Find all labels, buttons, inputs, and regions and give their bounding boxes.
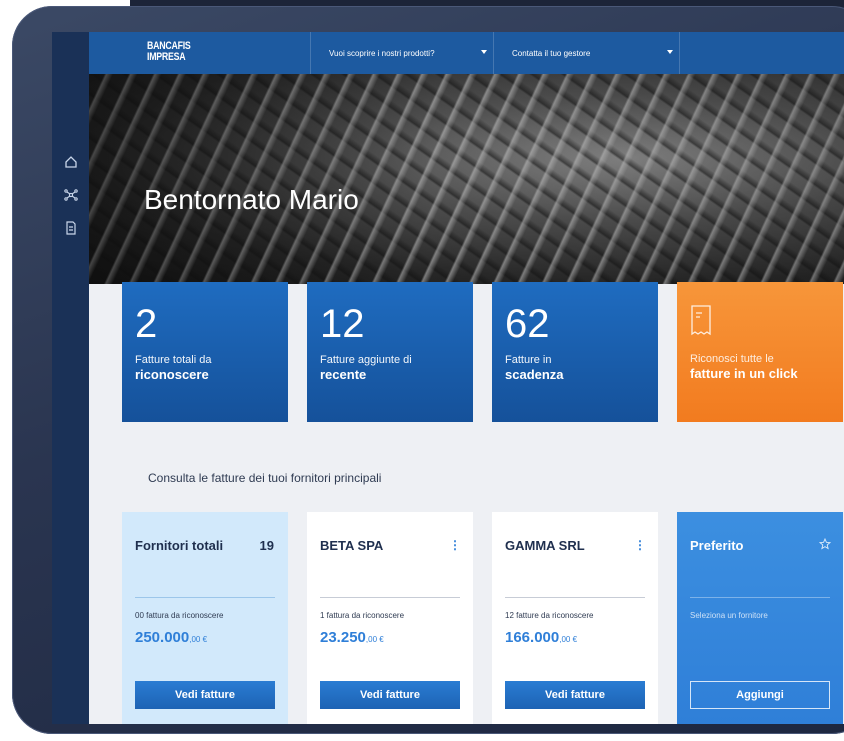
tile-number: 62: [505, 302, 550, 346]
card-amount: 166.000,00 €: [505, 629, 577, 646]
card-amount: 250.000,00 €: [135, 629, 207, 646]
home-icon[interactable]: [58, 149, 83, 174]
left-sidebar: [52, 32, 89, 724]
card-favorite: Preferito Seleziona un fornitore Aggiung…: [677, 512, 843, 724]
card-title: GAMMA SRL: [505, 538, 585, 553]
tile-label-bold: recente: [320, 367, 367, 382]
card-description: 12 fatture da riconoscere: [505, 611, 594, 620]
welcome-title: Bentornato Mario: [144, 184, 359, 215]
bank-logo[interactable]: BANCAFIS IMPRESA: [147, 41, 191, 63]
card-supplier-beta: BETA SPA ⋮ 1 fattura da riconoscere 23.2…: [307, 512, 473, 724]
app-screen: BANCAFIS IMPRESA Vuoi scoprire i nostri …: [52, 32, 844, 724]
card-divider: [135, 597, 275, 598]
document-icon[interactable]: [58, 215, 83, 240]
tile-label: Fatture in: [505, 354, 552, 366]
card-description: Seleziona un fornitore: [690, 611, 768, 620]
supplier-count: 19: [259, 538, 274, 553]
tile-label: Riconosci tutte le: [690, 353, 774, 365]
nav-products-label: Vuoi scoprire i nostri prodotti?: [329, 48, 435, 58]
amount-integer: 166.000: [505, 629, 560, 646]
suppliers-section-title: Consulta le fatture dei tuoi fornitori p…: [148, 471, 382, 485]
logo-line-2: IMPRESA: [147, 51, 186, 63]
card-description: 1 fattura da riconoscere: [320, 611, 405, 620]
amount-decimal: ,00 €: [559, 635, 578, 644]
tile-expiring-invoices[interactable]: 62 Fatture in scadenza: [492, 282, 658, 422]
card-title: Preferito: [690, 538, 744, 553]
tablet-frame: BANCAFIS IMPRESA Vuoi scoprire i nostri …: [12, 6, 844, 734]
tile-recent-invoices[interactable]: 12 Fatture aggiunte di recente: [307, 282, 473, 422]
network-icon[interactable]: [58, 182, 83, 207]
card-divider: [690, 597, 830, 598]
view-invoices-button[interactable]: Vedi fatture: [505, 681, 645, 709]
hero-banner: Bentornato Mario: [89, 74, 844, 284]
amount-decimal: ,00 €: [189, 635, 208, 644]
kebab-menu-icon[interactable]: ⋮: [449, 538, 461, 552]
card-supplier-gamma: GAMMA SRL ⋮ 12 fatture da riconoscere 16…: [492, 512, 658, 724]
nav-products-dropdown[interactable]: Vuoi scoprire i nostri prodotti?: [310, 32, 493, 74]
amount-integer: 250.000: [135, 629, 190, 646]
top-header: BANCAFIS IMPRESA Vuoi scoprire i nostri …: [89, 32, 844, 74]
tile-number: 2: [135, 302, 158, 346]
amount-integer: 23.250: [320, 629, 366, 646]
card-divider: [505, 597, 645, 598]
tile-invoices-to-recognize[interactable]: 2 Fatture totali da riconoscere: [122, 282, 288, 422]
hero-overlay: [89, 74, 844, 284]
add-favorite-button[interactable]: Aggiungi: [690, 681, 830, 709]
star-icon[interactable]: [819, 538, 831, 550]
kebab-menu-icon[interactable]: ⋮: [634, 538, 646, 552]
card-title: BETA SPA: [320, 538, 384, 553]
card-total-suppliers: Fornitori totali 19 00 fattura da ricono…: [122, 512, 288, 724]
card-amount: 23.250,00 €: [320, 629, 384, 646]
nav-contact-label: Contatta il tuo gestore: [512, 48, 591, 58]
tile-label-bold: scadenza: [505, 367, 564, 382]
nav-contact-dropdown[interactable]: Contatta il tuo gestore: [493, 32, 679, 74]
tile-label: Fatture aggiunte di: [320, 354, 412, 366]
tile-number: 12: [320, 302, 365, 346]
tile-label-bold: riconoscere: [135, 367, 209, 382]
nav-empty-slot: [679, 32, 844, 74]
chevron-down-icon: [481, 50, 487, 54]
tile-recognize-all[interactable]: Riconosci tutte le fatture in un click: [677, 282, 843, 422]
amount-decimal: ,00 €: [365, 635, 384, 644]
card-divider: [320, 597, 460, 598]
card-title: Fornitori totali: [135, 538, 224, 553]
view-invoices-button[interactable]: Vedi fatture: [320, 681, 460, 709]
invoice-icon: [691, 305, 711, 336]
chevron-down-icon: [667, 50, 673, 54]
view-invoices-button[interactable]: Vedi fatture: [135, 681, 275, 709]
tile-label: Fatture totali da: [135, 354, 212, 366]
card-description: 00 fattura da riconoscere: [135, 611, 224, 620]
tile-label-bold: fatture in un click: [690, 366, 798, 381]
